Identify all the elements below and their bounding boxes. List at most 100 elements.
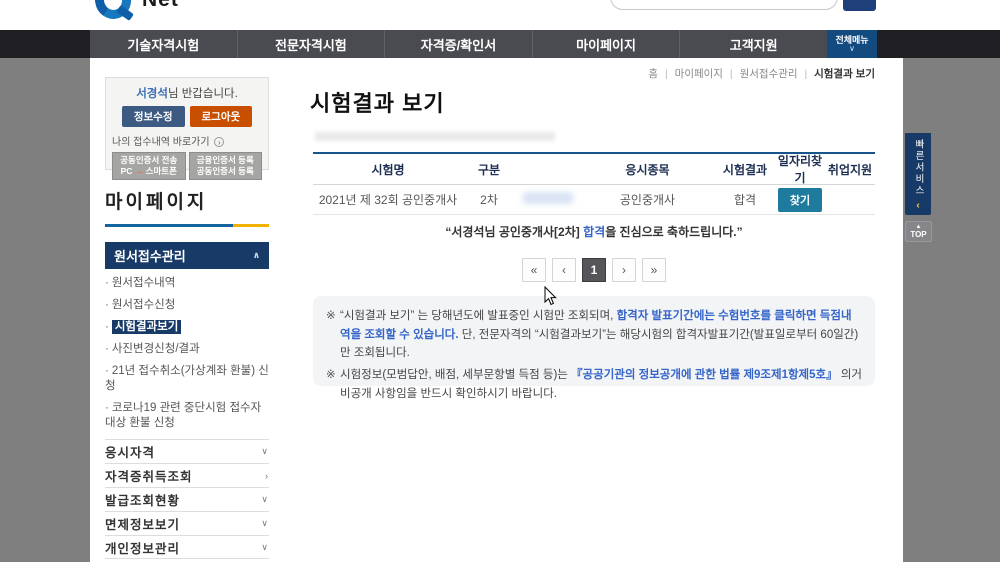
sidebar-item-cancel-refund[interactable]: ·21년 접수취소(가상계좌 환불) 신청 <box>105 364 269 394</box>
site-search-input[interactable] <box>610 0 838 10</box>
welcome-message: 서경석님 반갑습니다. <box>112 85 262 101</box>
user-buttons: 정보수정 로그아웃 <box>112 106 262 127</box>
nav-item-customer-support[interactable]: 고객지원 <box>679 30 827 58</box>
table-row: 2021년 제 32회 공인중개사 2차 공인중개사 합격 찾기 <box>313 185 875 215</box>
notice-2-law-link[interactable]: 『공공기관의 정보공개에 관한 법률 제9조제1항제5호』 <box>571 369 838 381</box>
sidebar-item-exam-results[interactable]: ·시험결과보기 <box>105 320 269 335</box>
nav-item-technical-exam[interactable]: 기술자격시험 <box>90 30 237 58</box>
cell-result: 합격 <box>715 191 775 208</box>
pc-label: PC <box>121 166 133 176</box>
top-label: TOP <box>910 230 926 239</box>
qnet-logo-q-tail <box>116 5 134 21</box>
user-name: 서경석 <box>136 88 168 100</box>
sidebar-item-label: 원서접수내역 <box>112 277 175 289</box>
quick-service-label: 빠른서비스 <box>911 139 925 197</box>
collapse-arrow-icon: ‹ <box>916 200 919 211</box>
pagination-last-button[interactable]: » <box>642 258 666 282</box>
group-label: 개인정보관리 <box>105 538 180 557</box>
arrow-circle-icon: › <box>214 137 224 147</box>
chevron-down-icon: ∨ <box>261 446 269 457</box>
breadcrumb-application-mgmt[interactable]: 원서접수관리 <box>740 68 798 80</box>
exam-result-table: 시험명 구분 응시종목 시험결과 일자리찾기 취업지원 2021년 제 32회 … <box>313 152 875 215</box>
edit-info-button[interactable]: 정보수정 <box>122 106 185 127</box>
pagination: « ‹ 1 › » <box>313 258 875 282</box>
quick-service-tab[interactable]: 빠른서비스 ‹ <box>905 133 931 215</box>
chevron-down-icon: ∨ <box>261 494 269 505</box>
site-header: Net <box>0 0 1000 30</box>
sidebar-group-eligibility[interactable]: 응시자격 ∨ <box>105 439 269 463</box>
sidebar-item-application-apply[interactable]: ·원서접수신청 <box>105 298 269 313</box>
congrats-after: 을 진심으로 축하드립니다.” <box>605 225 742 239</box>
notice-2-before: 시험정보(모범답안, 배점, 세부문항별 득점 등)는 <box>340 369 571 381</box>
notice-box: ※ “시험결과 보기” 는 당해년도에 발표중인 시험만 조회되며, 합격자 발… <box>313 296 875 386</box>
bullet-icon: · <box>105 343 109 355</box>
table-header-row: 시험명 구분 응시종목 시험결과 일자리찾기 취업지원 <box>313 154 875 185</box>
arrow-right-icon: → <box>135 166 144 176</box>
nav-item-mypage[interactable]: 마이페이지 <box>532 30 680 58</box>
qnet-logo[interactable] <box>95 0 135 25</box>
logout-button[interactable]: 로그아웃 <box>190 106 253 127</box>
breadcrumb-home[interactable]: 홈 <box>648 68 658 80</box>
sidebar-item-label: 시험결과보기 <box>112 320 181 334</box>
sidebar-item-label: 사진변경신청/결과 <box>112 343 200 355</box>
finance-cert-register-label: 금융인증서 등록 <box>197 155 254 165</box>
nav-item-certificate[interactable]: 자격증/확인서 <box>384 30 532 58</box>
certificate-buttons: 공동인증서 전송 PC → 스마트폰 금융인증서 등록 공동인증서 등록 <box>112 152 262 180</box>
col-result: 시험결과 <box>715 161 775 178</box>
sidebar-group-cert-lookup[interactable]: 자격증취득조회› <box>105 463 269 487</box>
cell-exam-number-redacted[interactable] <box>515 192 580 207</box>
col-job-support: 취업지원 <box>825 161 875 178</box>
sidebar-item-covid-refund[interactable]: ·코로나19 관련 중단시험 접수자 대상 환불 신청 <box>105 401 269 431</box>
congrats-message: “서경석님 공인중개사[2차] 합격을 진심으로 축하드립니다.” <box>313 223 875 240</box>
global-nav: 기술자격시험 전문자격시험 자격증/확인서 마이페이지 고객지원 전체메뉴 ∨ <box>0 30 1000 58</box>
notice-1-text: “시험결과 보기” 는 당해년도에 발표중인 시험만 조회되며, 합격자 발표기… <box>340 307 862 363</box>
sidebar-title: 마이페이지 <box>105 187 269 214</box>
sidebar-submenu: ·원서접수내역 ·원서접수신청 ·시험결과보기 ·사진변경신청/결과 ·21년 … <box>105 276 269 431</box>
sidebar-group-personal-info[interactable]: 개인정보관리 ∨ <box>105 535 269 559</box>
sidebar-section-application-mgmt[interactable]: 원서접수관리 ∧ <box>105 242 269 269</box>
chevron-up-icon: ∧ <box>253 250 260 261</box>
sidebar-groups: 응시자격 ∨ 자격증취득조회› 발급조회현황 ∨ 면제정보보기∨ 개인정보관리 ∨ <box>105 439 269 559</box>
breadcrumb-mypage[interactable]: 마이페이지 <box>675 68 723 80</box>
page-title: 시험결과 보기 <box>310 86 445 118</box>
group-label: 발급조회현황 <box>105 490 180 509</box>
pagination-prev-button[interactable]: ‹ <box>552 258 576 282</box>
screen: Net 기술자격시험 전문자격시험 자격증/확인서 마이페이지 고객지원 전체메… <box>0 0 1000 562</box>
pagination-page-1[interactable]: 1 <box>582 258 606 282</box>
sidebar-item-label: 원서접수신청 <box>112 299 175 311</box>
sidebar-item-label: 코로나19 관련 중단시험 접수자 대상 환불 신청 <box>105 402 261 429</box>
joint-cert-register-label: 공동인증서 등록 <box>197 166 254 176</box>
notice-1: ※ “시험결과 보기” 는 당해년도에 발표중인 시험만 조회되며, 합격자 발… <box>326 307 862 363</box>
cert-register-button[interactable]: 금융인증서 등록 공동인증서 등록 <box>189 152 263 180</box>
find-job-button[interactable]: 찾기 <box>778 188 822 212</box>
redacted-info-bar <box>315 132 555 141</box>
bullet-icon: · <box>105 277 109 289</box>
pagination-next-button[interactable]: › <box>612 258 636 282</box>
site-search-button[interactable] <box>843 0 876 11</box>
page-body: 홈 | 마이페이지 | 원서접수관리 | 시험결과 보기 서경석님 반갑습니다.… <box>90 58 903 562</box>
scroll-to-top-button[interactable]: ▲ TOP <box>905 221 932 242</box>
breadcrumb-separator: | <box>665 68 668 80</box>
sidebar-group-issuance-status[interactable]: 발급조회현황 ∨ <box>105 487 269 511</box>
my-applications-shortcut[interactable]: 나의 접수내역 바로가기 › <box>112 133 262 148</box>
col-subject: 응시종목 <box>580 161 715 178</box>
global-nav-menu: 기술자격시험 전문자격시험 자격증/확인서 마이페이지 고객지원 <box>90 30 827 58</box>
breadcrumb-separator: | <box>730 68 733 80</box>
joint-cert-transfer-button[interactable]: 공동인증서 전송 PC → 스마트폰 <box>112 152 186 180</box>
chevron-right-icon: › <box>265 471 269 481</box>
my-applications-shortcut-label: 나의 접수내역 바로가기 <box>112 137 210 148</box>
pagination-first-button[interactable]: « <box>522 258 546 282</box>
user-info-box: 서경석님 반갑습니다. 정보수정 로그아웃 나의 접수내역 바로가기 › 공동인… <box>105 77 269 170</box>
col-exam-name: 시험명 <box>313 161 463 178</box>
sidebar-group-exemption-info[interactable]: 면제정보보기∨ <box>105 511 269 535</box>
congrats-pass-highlight: 합격 <box>583 225 605 239</box>
congrats-before: “서경석님 공인중개사[2차] <box>445 225 583 239</box>
notice-2-text: 시험정보(모범답안, 배점, 세부문항별 득점 등)는 『공공기관의 정보공개에… <box>340 366 862 403</box>
group-label: 응시자격 <box>105 442 155 461</box>
sidebar-item-application-history[interactable]: ·원서접수내역 <box>105 276 269 291</box>
all-menu-button[interactable]: 전체메뉴 ∨ <box>827 30 877 58</box>
notice-1-before: “시험결과 보기” 는 당해년도에 발표중인 시험만 조회되며, <box>340 310 617 322</box>
nav-item-professional-exam[interactable]: 전문자격시험 <box>237 30 385 58</box>
sidebar-item-photo-change[interactable]: ·사진변경신청/결과 <box>105 342 269 357</box>
chevron-down-icon: ∨ <box>261 542 269 553</box>
